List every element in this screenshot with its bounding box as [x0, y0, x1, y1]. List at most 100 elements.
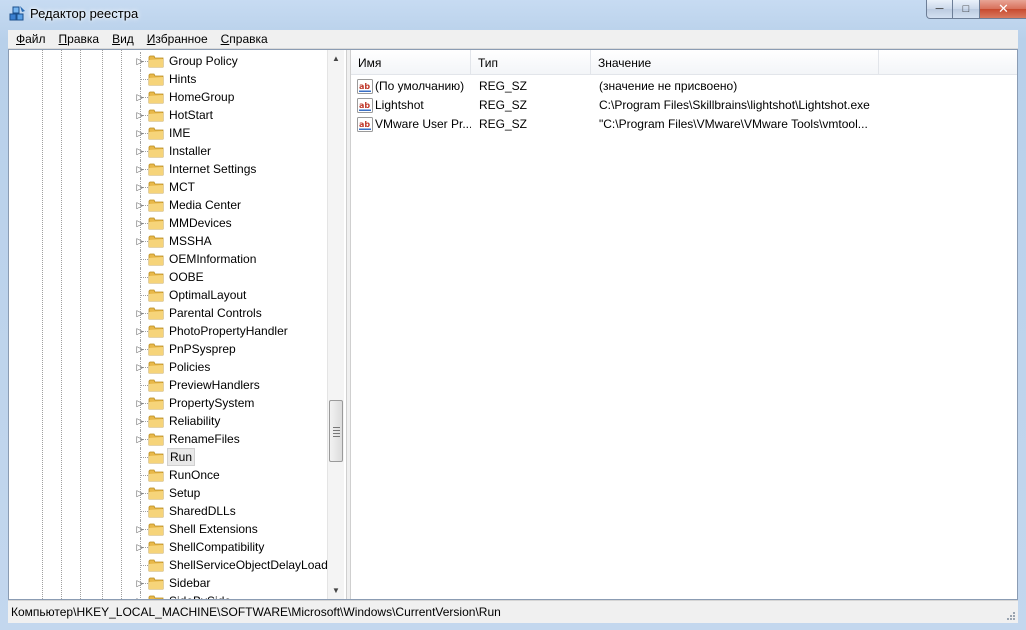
list-header: Имя Тип Значение [351, 50, 1017, 75]
tree-item[interactable]: ShellServiceObjectDelayLoad [9, 556, 329, 574]
expand-arrow-icon[interactable]: ▷ [134, 55, 146, 67]
tree-item-label: Run [167, 448, 196, 466]
client-area: ▷ Group Policy Hints ▷ HomeGroup ▷ HotStart ▷ IM… [8, 49, 1018, 600]
maximize-button[interactable]: □ [953, 0, 980, 19]
tree-item[interactable]: RunOnce [9, 466, 329, 484]
minimize-button[interactable]: ─ [926, 0, 953, 19]
expand-arrow-icon[interactable]: ▷ [134, 109, 146, 121]
expand-arrow-icon[interactable]: ▷ [134, 217, 146, 229]
value-type: REG_SZ [479, 117, 528, 131]
expand-arrow-icon[interactable]: ▷ [134, 433, 146, 445]
tree-item[interactable]: ▷ Setup [9, 484, 329, 502]
arrow-down-icon: ▼ [332, 586, 340, 595]
column-header-type[interactable]: Тип [471, 50, 591, 74]
window-title: Редактор реестра [30, 6, 139, 21]
tree-scrollbar[interactable]: ▲ ▼ [327, 50, 344, 599]
tree-item-label: ShellServiceObjectDelayLoad [169, 558, 328, 572]
folder-icon [148, 90, 164, 104]
maximize-icon: □ [962, 3, 970, 15]
tree-item[interactable]: OptimalLayout [9, 286, 329, 304]
folder-icon [148, 558, 164, 572]
expand-arrow-icon[interactable]: ▷ [134, 181, 146, 193]
tree-item[interactable]: ▷ Reliability [9, 412, 329, 430]
tree-item[interactable]: ▷ SideBySide [9, 592, 329, 599]
tree-item[interactable]: ▷ MMDevices [9, 214, 329, 232]
scroll-down-button[interactable]: ▼ [328, 582, 344, 599]
expand-arrow-icon[interactable]: ▷ [134, 487, 146, 499]
folder-icon [148, 378, 164, 392]
value-data: (значение не присвоено) [599, 79, 738, 93]
tree-item[interactable]: ▷ RenameFiles [9, 430, 329, 448]
tree-item[interactable]: ▷ Installer [9, 142, 329, 160]
expand-arrow-icon[interactable]: ▷ [134, 199, 146, 211]
tree-item[interactable]: ▷ IME [9, 124, 329, 142]
tree-item[interactable]: ▷ Media Center [9, 196, 329, 214]
size-grip-icon[interactable] [1004, 609, 1016, 621]
menu-label: айл [25, 32, 46, 46]
title-bar[interactable]: Редактор реестра ─ □ ✕ [0, 0, 1026, 28]
tree-item[interactable]: ▷ Policies [9, 358, 329, 376]
expand-arrow-icon[interactable]: ▷ [134, 343, 146, 355]
tree-guide-line [140, 565, 148, 566]
scroll-thumb[interactable] [329, 400, 343, 462]
menu-item-1[interactable]: Правка [51, 32, 105, 46]
tree-item[interactable]: ▷ Sidebar [9, 574, 329, 592]
folder-icon [148, 126, 164, 140]
tree-item-label: PropertySystem [169, 396, 255, 410]
expand-arrow-icon[interactable]: ▷ [134, 235, 146, 247]
registry-tree[interactable]: ▷ Group Policy Hints ▷ HomeGroup ▷ HotStart ▷ IM… [9, 50, 345, 599]
tree-item[interactable]: ▷ Shell Extensions [9, 520, 329, 538]
column-header-value[interactable]: Значение [591, 50, 879, 74]
tree-item[interactable]: ▷ HomeGroup [9, 88, 329, 106]
menu-item-0[interactable]: Файл [8, 32, 51, 46]
values-list: Имя Тип Значение ab (По умолчанию) REG_SZ (… [351, 50, 1017, 599]
tree-item[interactable]: OOBE [9, 268, 329, 286]
tree-item-label: ShellCompatibility [169, 540, 265, 554]
tree-item[interactable]: SharedDLLs [9, 502, 329, 520]
tree-item[interactable]: ▷ MCT [9, 178, 329, 196]
expand-arrow-icon[interactable]: ▷ [134, 361, 146, 373]
expand-arrow-icon[interactable]: ▷ [134, 145, 146, 157]
tree-item[interactable]: ▷ Group Policy [9, 52, 329, 70]
expand-arrow-icon[interactable]: ▷ [134, 577, 146, 589]
list-item[interactable]: ab VMware User Pr... REG_SZ "C:\Program Fil… [351, 115, 1017, 134]
tree-item[interactable]: ▷ PropertySystem [9, 394, 329, 412]
tree-item-label: Hints [169, 72, 197, 86]
value-name: VMware User Pr... [375, 117, 471, 131]
tree-item-label: Group Policy [169, 54, 238, 68]
expand-arrow-icon[interactable]: ▷ [134, 541, 146, 553]
menu-item-3[interactable]: Избранное [139, 32, 213, 46]
expand-arrow-icon[interactable]: ▷ [134, 127, 146, 139]
tree-item[interactable]: ▷ PnPSysprep [9, 340, 329, 358]
value-data: "C:\Program Files\VMware\VMware Tools\vm… [599, 117, 868, 131]
tree-item[interactable]: ▷ ShellCompatibility [9, 538, 329, 556]
list-item[interactable]: ab Lightshot REG_SZ C:\Program Files\Skillb… [351, 96, 1017, 115]
tree-item[interactable]: ▷ PhotoPropertyHandler [9, 322, 329, 340]
expand-arrow-icon[interactable]: ▷ [134, 163, 146, 175]
scroll-up-button[interactable]: ▲ [328, 50, 344, 67]
expand-arrow-icon[interactable]: ▷ [134, 307, 146, 319]
expand-arrow-icon[interactable]: ▷ [134, 523, 146, 535]
menu-item-2[interactable]: Вид [104, 32, 139, 46]
menu-item-4[interactable]: Справка [213, 32, 273, 46]
folder-icon [148, 324, 164, 338]
tree-item[interactable]: ▷ HotStart [9, 106, 329, 124]
tree-item-label: MSSHA [169, 234, 212, 248]
tree-item[interactable]: ▷ Internet Settings [9, 160, 329, 178]
tree-item[interactable]: ▷ Parental Controls [9, 304, 329, 322]
column-header-name[interactable]: Имя [351, 50, 471, 74]
tree-item[interactable]: Run [9, 448, 329, 466]
expand-arrow-icon[interactable]: ▷ [134, 595, 146, 599]
expand-arrow-icon[interactable]: ▷ [134, 325, 146, 337]
expand-arrow-icon[interactable]: ▷ [134, 91, 146, 103]
arrow-up-icon: ▲ [332, 54, 340, 63]
tree-item[interactable]: PreviewHandlers [9, 376, 329, 394]
list-item[interactable]: ab (По умолчанию) REG_SZ (значение не присв… [351, 77, 1017, 96]
expand-arrow-icon[interactable]: ▷ [134, 397, 146, 409]
expand-arrow-icon[interactable]: ▷ [134, 415, 146, 427]
tree-item[interactable]: ▷ MSSHA [9, 232, 329, 250]
tree-item[interactable]: Hints [9, 70, 329, 88]
folder-icon [148, 594, 164, 599]
close-button[interactable]: ✕ [980, 0, 1026, 19]
tree-item[interactable]: OEMInformation [9, 250, 329, 268]
